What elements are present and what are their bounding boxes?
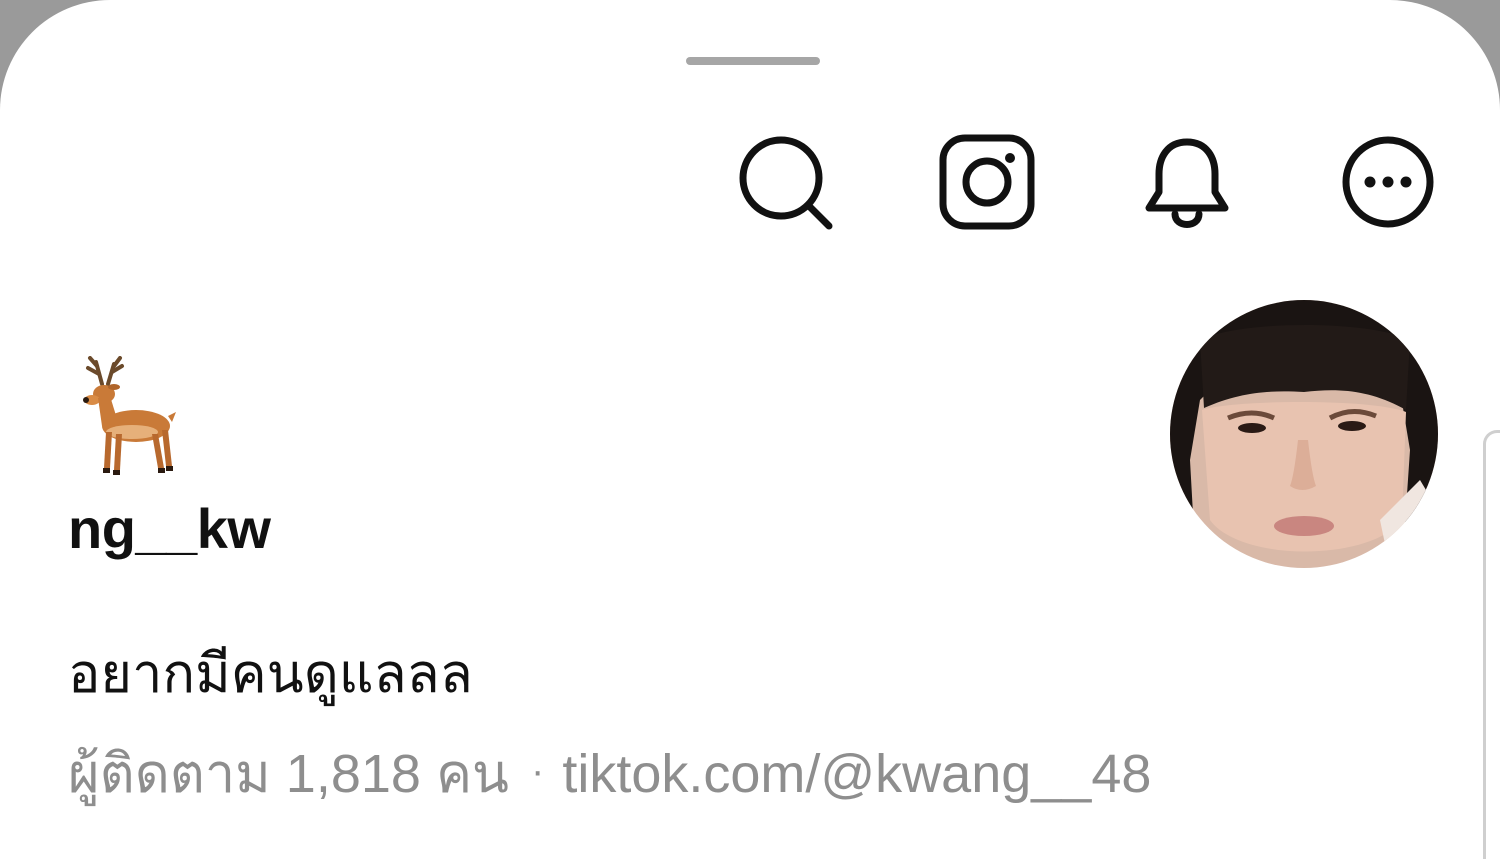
more-icon <box>1342 136 1434 228</box>
search-button[interactable] <box>737 134 837 234</box>
bell-icon <box>1145 138 1229 228</box>
instagram-button[interactable] <box>937 134 1037 234</box>
followers-count[interactable]: 1,818 <box>286 744 421 804</box>
drag-handle[interactable] <box>686 57 820 65</box>
profile-bio: อยากมีคนดูแลลล <box>68 644 473 704</box>
deer-icon <box>83 356 176 475</box>
more-options-button[interactable] <box>1338 134 1438 234</box>
profile-username: ng__kw <box>68 497 271 560</box>
search-icon <box>739 136 833 230</box>
followers-label: ผู้ติดตาม <box>68 744 271 804</box>
profile-meta: ผู้ติดตาม 1,818 คน · tiktok.com/@kwang__48 <box>68 730 1151 816</box>
profile-toolbar <box>0 134 1500 234</box>
instagram-icon <box>939 134 1035 230</box>
notifications-button[interactable] <box>1137 134 1237 234</box>
profile-link[interactable]: tiktok.com/@kwang__48 <box>562 744 1151 804</box>
side-panel-edge <box>1483 430 1500 859</box>
profile-emoji <box>72 356 182 478</box>
followers-unit: คน <box>435 744 509 804</box>
avatar[interactable] <box>1170 300 1438 568</box>
avatar-photo <box>1170 300 1438 568</box>
meta-separator: · <box>530 749 545 793</box>
profile-sheet: ng__kw อยากมีคนดูแลลล ผู้ติดตาม 1,818 คน… <box>0 0 1500 859</box>
